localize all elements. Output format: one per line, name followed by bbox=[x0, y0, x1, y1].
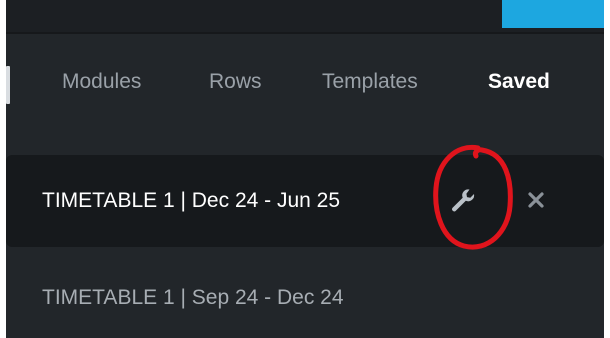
tab-edge-indicator bbox=[6, 66, 10, 104]
saved-item-row-selected[interactable]: TIMETABLE 1 | Dec 24 - Jun 25 bbox=[6, 155, 604, 247]
saved-item-label: TIMETABLE 1 | Sep 24 - Dec 24 bbox=[42, 286, 344, 309]
saved-panel: Modules Rows Templates Saved TIMETABLE 1… bbox=[6, 0, 604, 338]
close-icon[interactable] bbox=[526, 190, 546, 210]
tab-modules[interactable]: Modules bbox=[62, 70, 141, 94]
screenshot-frame: Modules Rows Templates Saved TIMETABLE 1… bbox=[0, 0, 610, 338]
tab-templates[interactable]: Templates bbox=[322, 70, 418, 94]
saved-item-row[interactable]: TIMETABLE 1 | Sep 24 - Dec 24 bbox=[6, 270, 604, 330]
tab-saved[interactable]: Saved bbox=[488, 70, 550, 94]
top-bar bbox=[6, 0, 604, 32]
divider bbox=[6, 32, 604, 34]
saved-item-label: TIMETABLE 1 | Dec 24 - Jun 25 bbox=[42, 189, 341, 212]
tab-rows[interactable]: Rows bbox=[209, 70, 262, 94]
topbar-action-button[interactable] bbox=[502, 0, 604, 28]
wrench-icon[interactable] bbox=[448, 186, 476, 214]
